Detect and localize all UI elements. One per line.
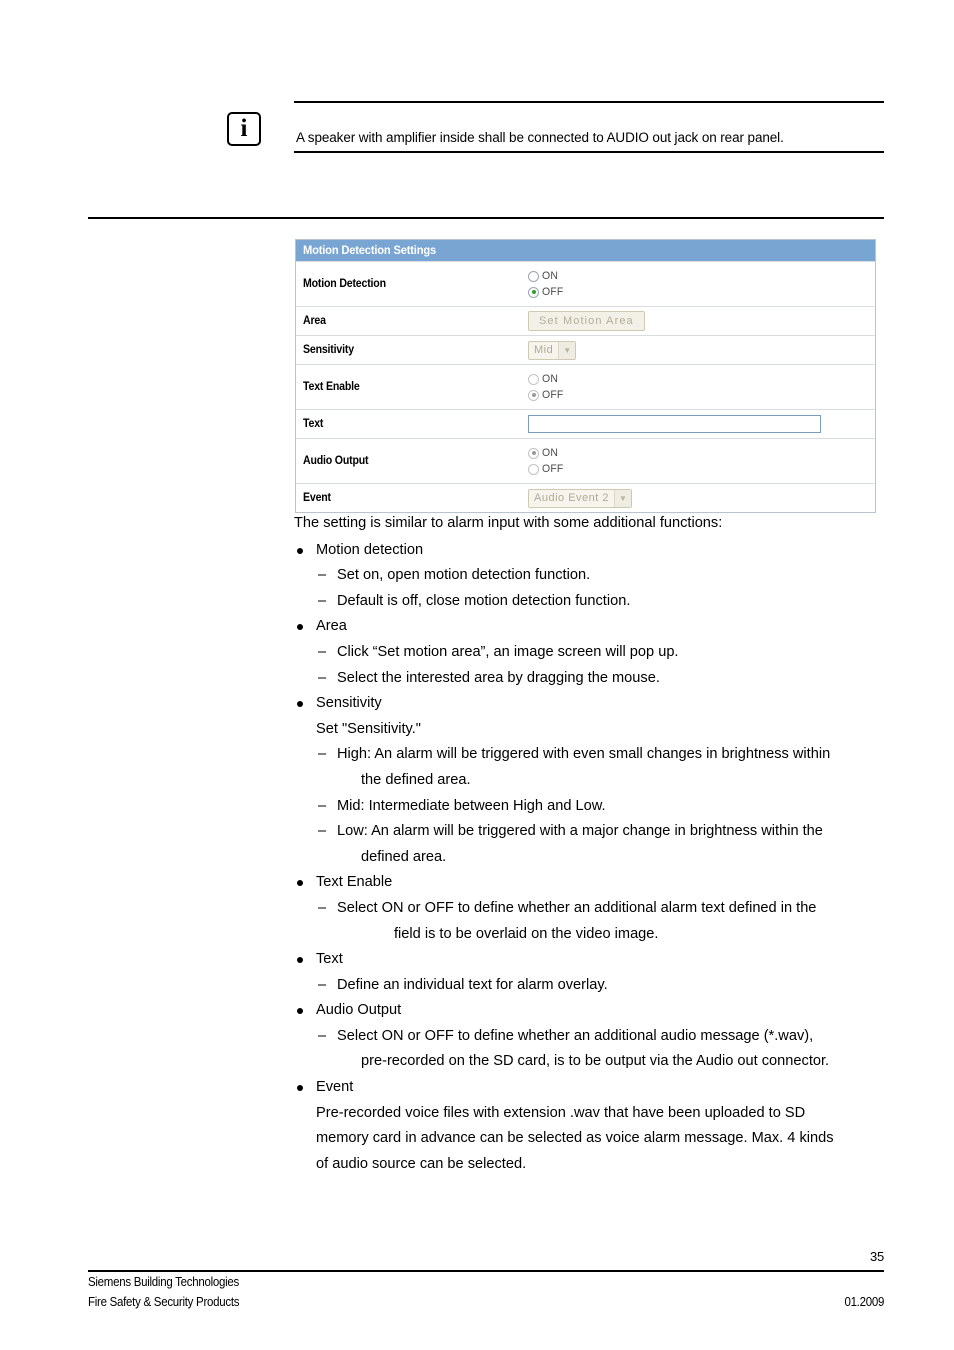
note-text: A speaker with amplifier inside shall be…	[296, 130, 784, 145]
dash-icon: –	[318, 1027, 327, 1044]
radio-group-motion-detection: ON OFF	[528, 270, 565, 298]
chevron-down-icon[interactable]: ▼	[558, 341, 576, 359]
dash-icon: –	[318, 976, 327, 993]
radio-dot-selected-icon[interactable]	[528, 389, 539, 401]
radio-dot-icon[interactable]	[528, 463, 539, 475]
bullet-dot-icon	[297, 957, 303, 964]
radio-dot-icon[interactable]	[528, 373, 539, 385]
label-area: Area	[303, 315, 326, 327]
subbullet-sensitivity-low: – Low: An alarm will be triggered with a…	[294, 819, 890, 870]
page-number: 35	[869, 1249, 884, 1264]
subbullet-audio-output-1: – Select ON or OFF to define whether an …	[294, 1024, 890, 1075]
label-audio-output: Audio Output	[303, 455, 369, 467]
label-motion-detection: Motion Detection	[303, 278, 386, 290]
radio-motion-detection-off[interactable]: OFF	[528, 286, 565, 298]
control-motion-detection: ON OFF	[528, 262, 875, 306]
bullet-audio-output: Audio Output	[294, 998, 890, 1024]
bullet-area: Area	[294, 614, 890, 640]
dash-icon: –	[318, 669, 327, 686]
event-select[interactable]: Audio Event 2 ▼	[528, 488, 632, 508]
dash-icon: –	[318, 592, 327, 609]
footer-divider	[88, 1270, 884, 1272]
subbullet-area-2: – Select the interested area by dragging…	[294, 666, 890, 692]
motion-detection-settings-panel: Motion Detection Settings Motion Detecti…	[295, 239, 876, 513]
bullet-sensitivity: Sensitivity	[294, 691, 890, 717]
radio-group-text-enable: ON OFF	[528, 373, 565, 401]
row-area: Area Set Motion Area	[296, 306, 875, 335]
bullet-dot-icon	[297, 1008, 303, 1015]
radio-audio-output-off[interactable]: OFF	[528, 463, 565, 475]
panel-title: Motion Detection Settings	[303, 243, 436, 257]
footer-company: Siemens Building Technologies	[88, 1275, 239, 1289]
dash-icon: –	[318, 899, 327, 916]
event-body-paragraph: Pre-recorded voice files with extension …	[316, 1104, 834, 1172]
note-rule-bottom	[294, 151, 884, 153]
panel-title-bar: Motion Detection Settings	[296, 240, 875, 261]
bullet-dot-icon	[297, 701, 303, 708]
radio-audio-output-on[interactable]: ON	[528, 447, 565, 459]
chevron-down-icon[interactable]: ▼	[614, 489, 631, 507]
control-text-enable: ON OFF	[528, 365, 875, 409]
bullet-text-enable: Text Enable	[294, 870, 890, 896]
subbullet-text-1: – Define an individual text for alarm ov…	[294, 973, 890, 999]
row-event: Event Audio Event 2 ▼	[296, 483, 875, 512]
bullet-dot-icon	[297, 880, 303, 887]
radio-motion-detection-on[interactable]: ON	[528, 270, 565, 282]
row-sensitivity: Sensitivity Mid ▼	[296, 335, 875, 364]
label-sensitivity: Sensitivity	[303, 344, 354, 356]
radio-text-enable-off[interactable]: OFF	[528, 389, 565, 401]
section-divider	[88, 217, 884, 219]
label-event: Event	[303, 492, 331, 504]
intro-paragraph: The setting is similar to alarm input wi…	[294, 515, 723, 531]
info-icon: i	[227, 112, 261, 146]
set-motion-area-button[interactable]: Set Motion Area	[528, 311, 645, 331]
sensitivity-select[interactable]: Mid ▼	[528, 340, 577, 360]
radio-text-enable-on[interactable]: ON	[528, 373, 565, 385]
bullet-dot-icon	[297, 1085, 303, 1092]
footer-division: Fire Safety & Security Products	[88, 1295, 240, 1309]
sensitivity-subtitle-line: Set "Sensitivity."	[316, 720, 421, 737]
bullet-dot-icon	[297, 547, 303, 554]
row-motion-detection: Motion Detection ON OFF	[296, 261, 875, 306]
note-rule-top	[294, 101, 884, 103]
radio-dot-selected-icon[interactable]	[528, 286, 539, 298]
subbullet-text-enable-1: – Select ON or OFF to define whether an …	[294, 896, 890, 947]
bullet-motion-detection: Motion detection	[294, 538, 890, 564]
control-text	[528, 410, 875, 438]
control-sensitivity: Mid ▼	[528, 336, 875, 364]
text-input[interactable]	[528, 415, 821, 433]
bullet-text: Text	[294, 947, 890, 973]
dash-icon: –	[318, 567, 327, 584]
body-text: The setting is similar to alarm input wi…	[294, 511, 890, 1177]
subbullet-sensitivity-high: – High: An alarm will be triggered with …	[294, 742, 890, 793]
dash-icon: –	[318, 823, 327, 840]
radio-dot-selected-icon[interactable]	[528, 447, 539, 459]
row-text: Text	[296, 409, 875, 438]
event-select-value: Audio Event 2	[534, 492, 609, 504]
note-callout: i A speaker with amplifier inside shall …	[88, 100, 884, 156]
row-audio-output: Audio Output ON OFF	[296, 438, 875, 483]
subbullet-sensitivity-mid: – Mid: Intermediate between High and Low…	[294, 794, 890, 820]
dash-icon: –	[318, 797, 327, 814]
bullet-event: Event	[294, 1075, 890, 1101]
sensitivity-select-value: Mid	[534, 344, 554, 356]
subbullet-area-1: – Click “Set motion area”, an image scre…	[294, 640, 890, 666]
row-text-enable: Text Enable ON OFF	[296, 364, 875, 409]
control-event: Audio Event 2 ▼	[528, 484, 875, 512]
subbullet-motion-detection-1: – Set on, open motion detection function…	[294, 563, 890, 589]
dash-icon: –	[318, 643, 327, 660]
label-text-enable: Text Enable	[303, 381, 360, 393]
dash-icon: –	[318, 746, 327, 763]
control-area: Set Motion Area	[528, 307, 875, 335]
footer-date: 01.2009	[844, 1295, 884, 1309]
radio-group-audio-output: ON OFF	[528, 447, 565, 475]
radio-dot-icon[interactable]	[528, 270, 539, 282]
bullet-dot-icon	[297, 624, 303, 631]
control-audio-output: ON OFF	[528, 439, 875, 483]
subbullet-motion-detection-2: – Default is off, close motion detection…	[294, 589, 890, 615]
label-text: Text	[303, 418, 324, 430]
